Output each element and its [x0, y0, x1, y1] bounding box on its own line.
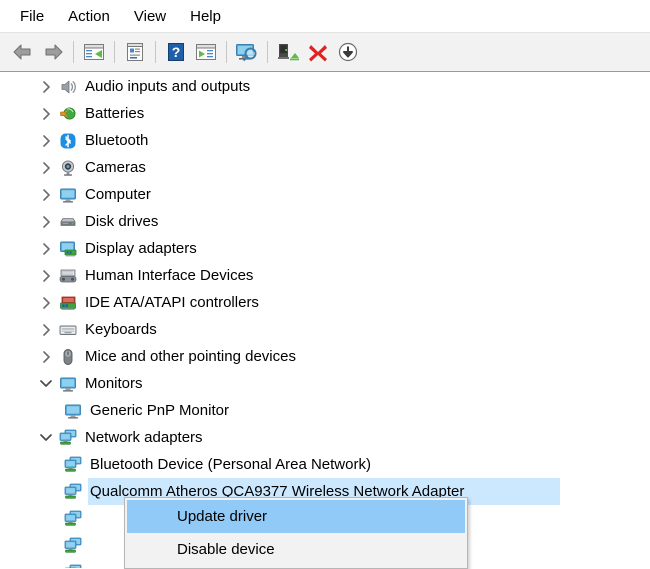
enable-device-icon[interactable] — [273, 37, 303, 67]
network-adapter-icon — [62, 536, 84, 556]
menu-action[interactable]: Action — [56, 5, 122, 28]
tree-row-bluetooth-device-pan[interactable]: Bluetooth Device (Personal Area Network) — [0, 451, 650, 478]
ide-controller-icon — [57, 293, 79, 313]
chevron-right-icon[interactable] — [35, 107, 57, 120]
network-adapter-icon — [57, 428, 79, 448]
device-tree[interactable]: Audio inputs and outputs Batteries Bluet… — [0, 73, 650, 568]
chevron-right-icon[interactable] — [35, 296, 57, 309]
toolbar-separator — [226, 41, 227, 63]
tree-row-human-interface-devices[interactable]: Human Interface Devices — [0, 262, 650, 289]
tree-row-audio-inputs-and-outputs[interactable]: Audio inputs and outputs — [0, 73, 650, 100]
tree-row-label: Audio inputs and outputs — [85, 77, 251, 95]
menu-file[interactable]: File — [8, 5, 56, 28]
scan-for-hardware-changes-icon[interactable] — [232, 37, 262, 67]
monitor-icon — [57, 374, 79, 394]
toolbar-separator — [73, 41, 74, 63]
menu-bar: File Action View Help — [0, 0, 650, 32]
battery-icon — [57, 104, 79, 124]
tree-row-label: Keyboards — [85, 320, 157, 338]
bluetooth-icon — [57, 131, 79, 151]
chevron-right-icon[interactable] — [35, 80, 57, 93]
tree-row-label: Disk drives — [85, 212, 159, 230]
uninstall-device-icon[interactable] — [303, 37, 333, 67]
menu-view[interactable]: View — [122, 5, 178, 28]
toolbar-separator — [114, 41, 115, 63]
tree-row-monitors[interactable]: Monitors — [0, 370, 650, 397]
camera-icon — [57, 158, 79, 178]
keyboard-icon — [57, 320, 79, 340]
network-adapter-icon — [62, 509, 84, 529]
tree-row-label: Bluetooth Device (Personal Area Network) — [90, 455, 371, 473]
tree-row-label: Network adapters — [85, 428, 203, 446]
tree-row-label: Mice and other pointing devices — [85, 347, 296, 365]
svg-text:?: ? — [172, 44, 181, 60]
chevron-right-icon[interactable] — [35, 323, 57, 336]
computer-icon — [57, 185, 79, 205]
tree-row-label: Bluetooth — [85, 131, 149, 149]
chevron-right-icon[interactable] — [35, 161, 57, 174]
tree-row-label: Batteries — [85, 104, 145, 122]
menu-help[interactable]: Help — [178, 5, 233, 28]
ctx-update-driver[interactable]: Update driver — [127, 500, 465, 533]
network-adapter-icon — [62, 482, 84, 502]
monitor-icon — [62, 401, 84, 421]
tree-row-label: Generic PnP Monitor — [90, 401, 229, 419]
chevron-down-icon[interactable] — [35, 433, 57, 442]
back-icon[interactable] — [8, 37, 38, 67]
tree-row-label: Display adapters — [85, 239, 197, 257]
tree-row-disk-drives[interactable]: Disk drives — [0, 208, 650, 235]
ctx-item-label: Disable device — [177, 541, 275, 558]
chevron-right-icon[interactable] — [35, 215, 57, 228]
tree-row-label: IDE ATA/ATAPI controllers — [85, 293, 259, 311]
ctx-disable-device[interactable]: Disable device — [125, 533, 467, 566]
toolbar: ? — [0, 32, 650, 72]
network-adapter-icon — [62, 455, 84, 475]
disable-device-icon[interactable] — [333, 37, 363, 67]
tree-row-generic-pnp-monitor[interactable]: Generic PnP Monitor — [0, 397, 650, 424]
display-adapter-icon — [57, 239, 79, 259]
tree-row-batteries[interactable]: Batteries — [0, 100, 650, 127]
show-hide-console-tree-icon[interactable] — [79, 37, 109, 67]
tree-row-cameras[interactable]: Cameras — [0, 154, 650, 181]
gamepad-icon — [57, 266, 79, 286]
tree-row-keyboards[interactable]: Keyboards — [0, 316, 650, 343]
properties-icon[interactable] — [120, 37, 150, 67]
network-adapter-icon — [62, 563, 84, 568]
tree-row-label: Cameras — [85, 158, 146, 176]
disk-drive-icon — [57, 212, 79, 232]
tree-row-bluetooth[interactable]: Bluetooth — [0, 127, 650, 154]
toolbar-separator — [267, 41, 268, 63]
tree-row-label: Human Interface Devices — [85, 266, 254, 284]
chevron-right-icon[interactable] — [35, 134, 57, 147]
tree-row-ide-ata-atapi-controllers[interactable]: IDE ATA/ATAPI controllers — [0, 289, 650, 316]
tree-row-computer[interactable]: Computer — [0, 181, 650, 208]
chevron-right-icon[interactable] — [35, 188, 57, 201]
chevron-down-icon[interactable] — [35, 379, 57, 388]
chevron-right-icon[interactable] — [35, 350, 57, 363]
tree-row-mice-and-other-pointing-devices[interactable]: Mice and other pointing devices — [0, 343, 650, 370]
chevron-right-icon[interactable] — [35, 242, 57, 255]
forward-icon[interactable] — [38, 37, 68, 67]
help-icon[interactable]: ? — [161, 37, 191, 67]
tree-row-network-adapters[interactable]: Network adapters — [0, 424, 650, 451]
context-menu[interactable]: Update driver Disable device — [124, 497, 468, 569]
chevron-right-icon[interactable] — [35, 269, 57, 282]
toolbar-separator — [155, 41, 156, 63]
update-driver-toolbar-icon[interactable] — [191, 37, 221, 67]
mouse-icon — [57, 347, 79, 367]
tree-row-display-adapters[interactable]: Display adapters — [0, 235, 650, 262]
speaker-icon — [57, 77, 79, 97]
ctx-item-label: Update driver — [177, 508, 268, 525]
tree-row-label: Monitors — [85, 374, 143, 392]
tree-row-label: Computer — [85, 185, 151, 203]
